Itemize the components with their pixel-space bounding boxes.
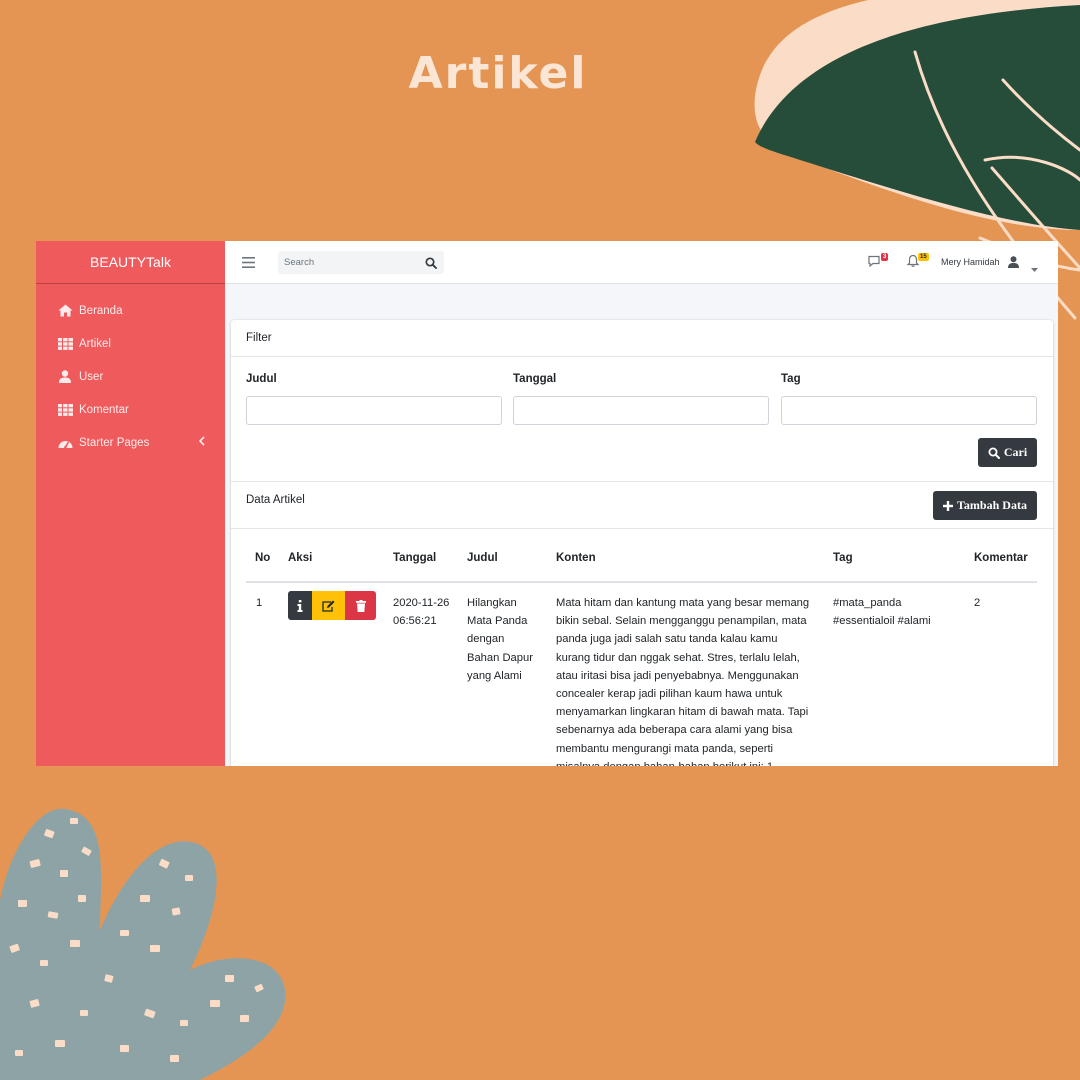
artikel-card: Filter Judul Tanggal Tag Cari Data Artik… <box>231 320 1053 766</box>
filter-label-tag: Tag <box>781 373 801 385</box>
user-icon <box>57 369 73 385</box>
sidebar-item-beranda[interactable]: Beranda <box>36 294 225 327</box>
cell-konten-line: misalnya dengan bahan-bahan berikut ini:… <box>556 758 809 766</box>
app-window: BEAUTYTalk Beranda Artikel User Komentar… <box>36 241 1058 766</box>
info-icon <box>297 599 303 612</box>
column-header-komentar[interactable]: Komentar <box>974 552 1028 564</box>
sidebar-item-label: Beranda <box>79 304 123 317</box>
user-avatar-icon[interactable] <box>1008 255 1022 269</box>
cell-konten-line: panda juga jadi salah satu tanda kalau k… <box>556 633 778 646</box>
edit-icon <box>322 600 335 612</box>
user-name[interactable]: Mery Hamidah <box>941 257 1000 267</box>
cell-konten-line: sebenarnya ada beberapa cara alami yang … <box>556 724 793 737</box>
sidebar-item-starter-pages[interactable]: Starter Pages <box>36 426 225 459</box>
cell-tanggal-time: 06:56:21 <box>393 615 437 628</box>
cell-konten-line: menyamarkan lingkaran hitam di bawah mat… <box>556 706 809 719</box>
sidebar: BEAUTYTalk Beranda Artikel User Komentar… <box>36 241 225 766</box>
sidebar-item-user[interactable]: User <box>36 360 225 393</box>
cell-tanggal-date: 2020-11-26 <box>393 597 450 609</box>
chevron-left-icon[interactable] <box>198 436 208 448</box>
top-navbar: 3 15 Mery Hamidah <box>225 241 1058 284</box>
cell-judul-line: yang Alami <box>467 669 522 682</box>
sidebar-item-label: Artikel <box>79 337 111 350</box>
cell-konten-line: concealer kerap jadi pilihan kaum hawa u… <box>556 688 783 701</box>
cell-judul: Hilangkan Mata Panda dengan Bahan Dapur … <box>467 594 533 685</box>
home-icon <box>57 303 73 319</box>
tambah-data-label: Tambah Data <box>957 498 1027 512</box>
cell-no: 1 <box>256 597 263 609</box>
tanggal-input[interactable] <box>513 396 769 425</box>
plant-shape <box>0 808 286 1080</box>
cell-tag-line: #essentialoil #alami <box>833 615 931 628</box>
grid-icon <box>57 336 73 352</box>
cell-konten-line: atau iritasi bisa jadi penyebabnya. Meng… <box>556 669 799 682</box>
search-icon[interactable] <box>425 256 438 269</box>
brand-link[interactable]: BEAUTYTalk <box>36 241 225 284</box>
search-box <box>278 251 444 274</box>
notifications-badge: 15 <box>918 253 929 261</box>
caret-down-icon[interactable] <box>1031 260 1038 272</box>
plus-icon <box>943 500 954 511</box>
judul-input[interactable] <box>246 396 502 425</box>
dashboard-icon <box>57 435 73 451</box>
menu-toggle-icon[interactable] <box>242 255 255 268</box>
cell-tanggal: 2020-11-26 06:56:21 <box>393 594 449 630</box>
search-icon <box>988 447 1000 459</box>
cell-komentar: 2 <box>974 597 981 609</box>
sidebar-item-artikel[interactable]: Artikel <box>36 327 225 360</box>
filter-title: Filter <box>231 320 1053 357</box>
sidebar-item-komentar[interactable]: Komentar <box>36 393 225 426</box>
column-header-konten[interactable]: Konten <box>556 552 596 564</box>
column-header-aksi[interactable]: Aksi <box>288 552 312 564</box>
cell-konten-line: Mata hitam dan kantung mata yang besar m… <box>556 597 810 609</box>
tag-input[interactable] <box>781 396 1037 425</box>
data-title: Data Artikel <box>246 494 305 506</box>
messages-badge: 3 <box>881 253 889 261</box>
cari-button[interactable]: Cari <box>978 438 1037 467</box>
cell-judul-line: Hilangkan <box>467 597 517 609</box>
grid-icon <box>57 402 73 418</box>
cell-konten-line: membantu mengurangi mata panda, seperti <box>556 742 774 755</box>
trash-icon <box>355 599 366 612</box>
cell-tag-line: #mata_panda <box>833 597 902 609</box>
sidebar-item-label: Starter Pages <box>79 436 150 449</box>
cell-konten: Mata hitam dan kantung mata yang besar m… <box>556 594 809 766</box>
column-header-no[interactable]: No <box>255 552 270 564</box>
column-header-tag[interactable]: Tag <box>833 552 853 564</box>
column-header-judul[interactable]: Judul <box>467 552 498 564</box>
cell-judul-line: dengan <box>467 633 505 646</box>
search-input[interactable] <box>278 251 418 274</box>
sidebar-item-label: User <box>79 370 104 383</box>
sidebar-item-label: Komentar <box>79 403 129 416</box>
cell-judul-line: Bahan Dapur <box>467 651 533 664</box>
table-header-divider <box>246 581 1037 583</box>
cari-label: Cari <box>1003 445 1028 459</box>
edit-button[interactable] <box>312 591 345 620</box>
delete-button[interactable] <box>345 591 376 620</box>
data-header: Data Artikel Tambah Data <box>231 481 1053 529</box>
row-actions <box>288 591 376 620</box>
cell-konten-line: kurang tidur dan nggak sehat. Stres, ter… <box>556 651 800 664</box>
filter-label-tanggal: Tanggal <box>513 373 557 385</box>
cell-konten-line: bikin sebal. Selain mengganggu penampila… <box>556 615 807 628</box>
sidebar-nav: Beranda Artikel User Komentar Starter Pa… <box>36 284 225 459</box>
cell-tag: #mata_panda #essentialoil #alami <box>833 594 931 630</box>
column-header-tanggal[interactable]: Tanggal <box>393 552 436 564</box>
slide-heading: Artikel <box>408 48 588 99</box>
filter-label-judul: Judul <box>246 373 277 385</box>
tambah-data-button[interactable]: Tambah Data <box>933 491 1037 520</box>
cell-judul-line: Mata Panda <box>467 615 528 628</box>
info-button[interactable] <box>288 591 312 620</box>
